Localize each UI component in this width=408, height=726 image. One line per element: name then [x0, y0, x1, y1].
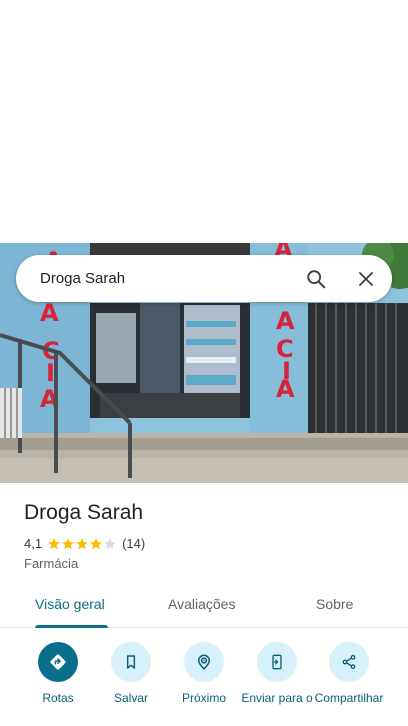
tab-reviews[interactable]: Avaliações	[168, 596, 235, 612]
search-bar[interactable]: Droga Sarah	[16, 255, 392, 302]
directions-button[interactable]: Rotas	[18, 642, 98, 705]
nearby-button[interactable]: Próximo	[164, 642, 244, 705]
star-empty-icon	[104, 537, 116, 549]
directions-label: Rotas	[42, 691, 74, 705]
tab-bar: Visão geral Avaliações Sobre	[0, 588, 408, 628]
place-name: Droga Sarah	[24, 501, 144, 524]
svg-text:A: A	[276, 375, 295, 403]
share-label: Compartilhar	[314, 691, 384, 705]
nearby-label: Próximo	[181, 691, 226, 705]
rating-stars	[47, 537, 117, 551]
save-button[interactable]: Salvar	[91, 642, 171, 705]
active-tab-indicator	[35, 625, 108, 628]
search-query[interactable]: Droga Sarah	[40, 270, 296, 287]
star-icon	[62, 537, 74, 549]
nearby-icon[interactable]	[184, 642, 224, 682]
rating-value: 4,1	[24, 536, 43, 551]
star-icon	[90, 537, 102, 549]
close-icon[interactable]	[346, 259, 386, 299]
place-category: Farmácia	[24, 556, 79, 571]
share-button[interactable]: Compartilhar	[309, 642, 389, 705]
send-to-phone-icon[interactable]	[257, 642, 297, 682]
svg-text:A: A	[40, 299, 59, 327]
directions-icon[interactable]	[38, 642, 78, 682]
place-page: A A C I A A A C I A	[0, 0, 408, 726]
tab-about[interactable]: Sobre	[316, 596, 353, 612]
svg-text:I: I	[46, 359, 55, 387]
star-icon	[48, 537, 60, 549]
svg-text:A: A	[276, 307, 295, 335]
send-to-phone-label: Enviar para o	[241, 691, 313, 705]
review-count: (14)	[122, 536, 146, 551]
rating-row[interactable]: 4,1 (14)	[24, 536, 145, 551]
search-icon[interactable]	[296, 259, 336, 299]
bookmark-icon[interactable]	[111, 642, 151, 682]
save-label: Salvar	[113, 691, 148, 705]
tab-overview[interactable]: Visão geral	[35, 596, 105, 612]
star-icon	[76, 537, 88, 549]
send-to-phone-button[interactable]: Enviar para o	[237, 642, 317, 705]
share-icon[interactable]	[329, 642, 369, 682]
action-bar: Rotas Salvar Próximo Enviar para o Compa	[0, 642, 408, 726]
